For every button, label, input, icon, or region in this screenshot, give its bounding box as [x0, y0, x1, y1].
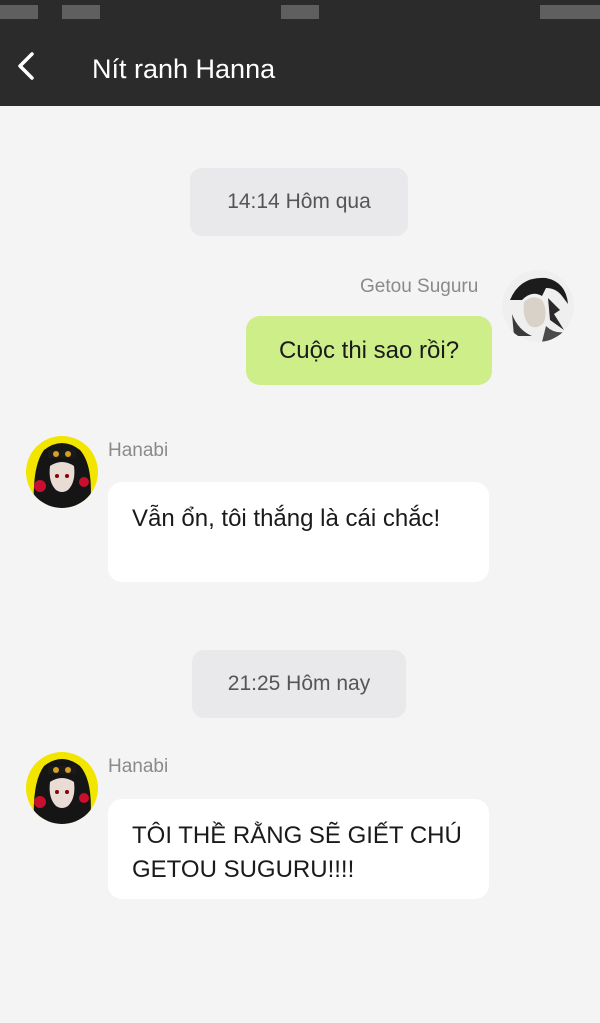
sender-name: Hanabi: [108, 440, 169, 461]
chevron-left-icon: [18, 52, 34, 80]
message-bubble-incoming[interactable]: Vẫn ổn, tôi thắng là cái chắc!: [108, 482, 489, 582]
sender-name: Hanabi: [108, 756, 169, 777]
chat-header: Nít ranh Hanna: [0, 22, 600, 106]
status-bar-blur-center: [281, 5, 319, 19]
message-bubble-incoming[interactable]: TÔI THỀ RẰNG SẼ GIẾT CHÚ GETOU SUGURU!!!…: [108, 799, 489, 899]
avatar[interactable]: [502, 270, 574, 342]
avatar[interactable]: [26, 752, 98, 824]
timestamp-divider: 14:14 Hôm qua: [190, 168, 408, 236]
status-bar-blur-left: [0, 5, 38, 19]
timestamp-divider: 21:25 Hôm nay: [192, 650, 406, 718]
status-bar-blur-center-left: [62, 5, 100, 19]
page-title: Nít ranh Hanna: [92, 54, 276, 84]
sender-name: Getou Suguru: [360, 276, 479, 297]
avatar[interactable]: [26, 436, 98, 508]
status-bar: [0, 0, 600, 22]
status-bar-blur-right: [540, 5, 600, 19]
message-bubble-outgoing[interactable]: Cuộc thi sao rồi?: [246, 316, 492, 385]
back-button[interactable]: [12, 46, 46, 86]
chat-area[interactable]: 14:14 Hôm qua Getou Suguru Cuộc thi sao …: [0, 106, 600, 1023]
